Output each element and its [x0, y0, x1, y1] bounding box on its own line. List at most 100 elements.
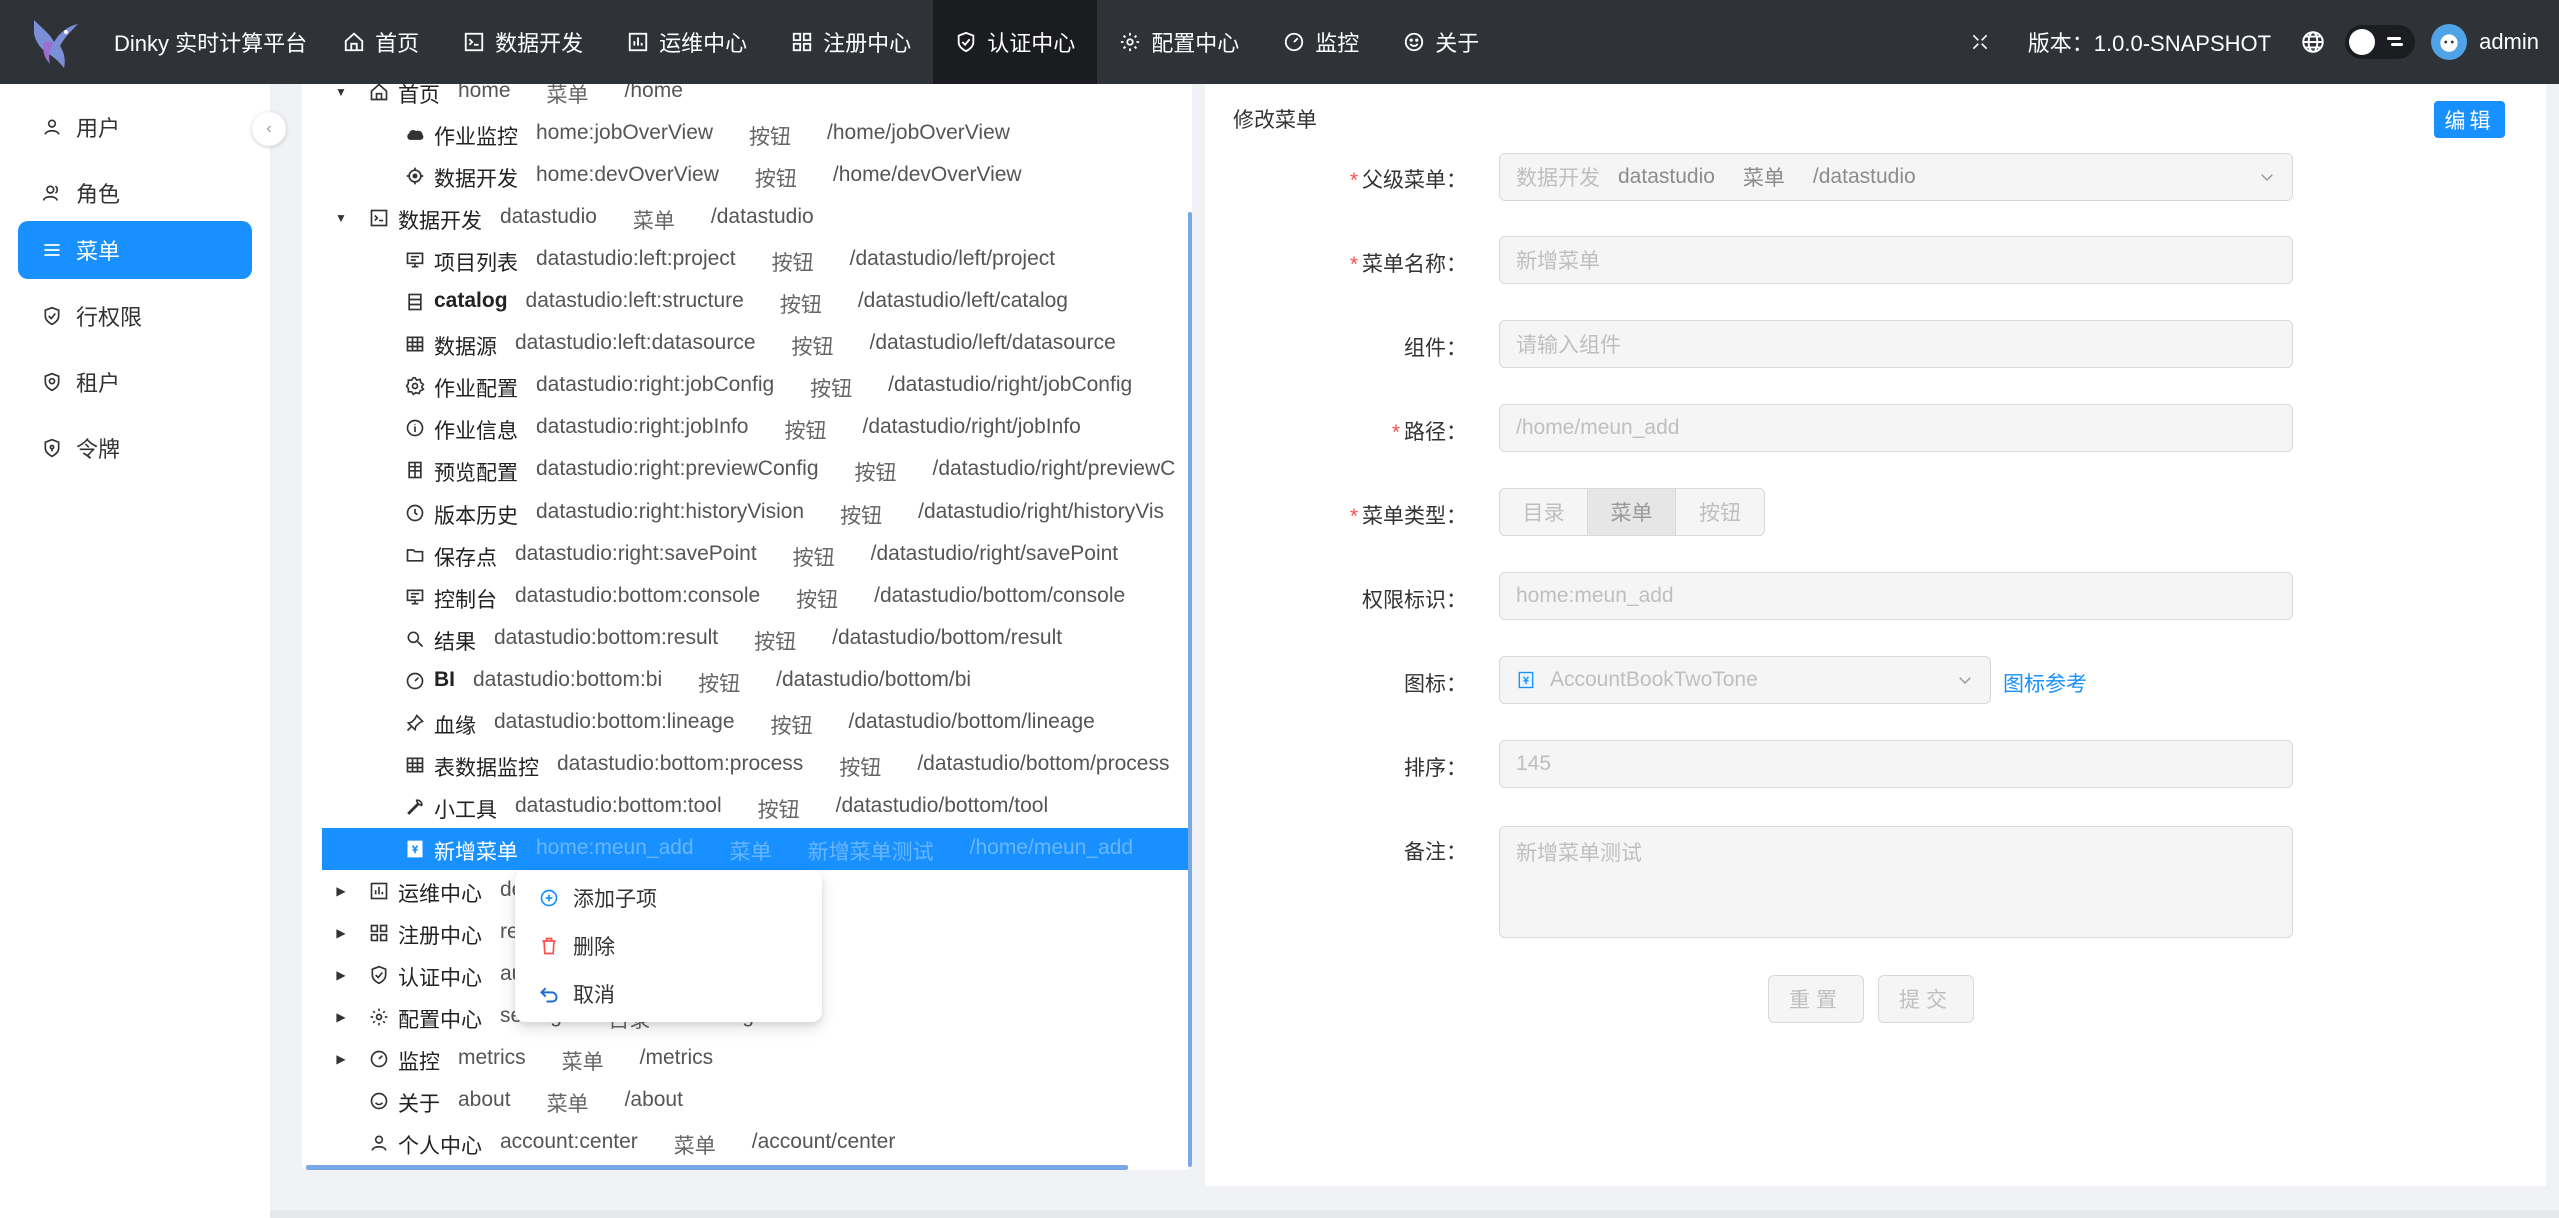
tree-node-path: /account/center	[751, 1130, 896, 1154]
sidebar-collapse-button[interactable]: ‹	[252, 112, 286, 146]
caret-down-icon[interactable]: ▼	[334, 85, 348, 99]
tool-icon	[404, 796, 426, 818]
tree-node-type: 按钮	[792, 546, 835, 570]
tree-node[interactable]: ▶ 监控 metrics 菜单/metrics	[302, 1038, 1182, 1080]
menu-name-input[interactable]: 新增菜单	[1499, 236, 2293, 284]
fullscreen-icon[interactable]	[1966, 28, 1994, 56]
tree-node[interactable]: 表数据监控 datastudio:bottom:process 按钮/datastu…	[302, 744, 1182, 786]
menu-type-directory[interactable]: 目录	[1500, 489, 1588, 535]
context-delete-label: 删除	[573, 936, 615, 959]
menu-type-menu[interactable]: 菜单	[1588, 489, 1676, 535]
chart-icon	[628, 32, 648, 52]
nav-registration-label: 注册中心	[823, 31, 912, 56]
parent-menu-select[interactable]: 数据开发 datastudio 菜单 /datastudio	[1499, 153, 2293, 201]
caret-down-icon[interactable]: ▼	[334, 211, 348, 225]
tree-node[interactable]: 预览配置 datastudio:right:previewConfig 按钮/dat…	[302, 449, 1182, 491]
tree-node[interactable]: 作业监控 home:jobOverView 按钮/home/jobOverView	[302, 113, 1182, 155]
caret-right-icon[interactable]: ▶	[334, 968, 348, 982]
sidebar-item-label: 用户	[76, 116, 121, 141]
tree-node-path: /datastudio/bottom/lineage	[848, 709, 1095, 733]
caret-right-icon[interactable]: ▶	[334, 1052, 348, 1066]
tree-node-path: /datastudio/right/historyVis	[918, 499, 1165, 523]
sidebar-item-label: 菜单	[76, 239, 121, 264]
tree-node[interactable]: 新增菜单 home:meun_add 菜单 新增菜单测试/home/meun_add	[322, 827, 1188, 870]
tree-node-key: datastudio:bottom:lineage	[494, 709, 735, 733]
reset-button[interactable]: 重置	[1768, 975, 1864, 1023]
tree-node-type: 菜单	[632, 210, 675, 234]
nav-home[interactable]: 首页	[321, 0, 441, 84]
tree-node-key: datastudio:right:jobConfig	[536, 373, 775, 397]
tree-node-key: account:center	[500, 1130, 638, 1154]
avatar[interactable]	[2431, 24, 2468, 60]
context-cancel[interactable]: 取消	[539, 974, 615, 1014]
tree-node[interactable]: ▼ 首页 home 菜单/home	[302, 84, 1182, 113]
tree-node-key: datastudio:right:historyVision	[536, 499, 805, 523]
caret-right-icon[interactable]: ▶	[334, 884, 348, 898]
sidebar-item-role[interactable]: 角色	[18, 164, 252, 222]
tree-node[interactable]: 项目列表 datastudio:left:project 按钮/datastudio…	[302, 239, 1182, 281]
sidebar-item-token[interactable]: 令牌	[18, 419, 252, 477]
tree-node[interactable]: 小工具 datastudio:bottom:tool 按钮/datastudio/b…	[302, 786, 1182, 828]
tree-node-key: datastudio:bottom:tool	[515, 793, 722, 817]
main-nav: 首页 数据开发 运维中心 注册中心 认证中心 配置中心 监控 关于	[321, 0, 1501, 84]
theme-toggle[interactable]	[2345, 25, 2416, 59]
insert-row-icon	[404, 459, 426, 481]
shield-icon	[957, 31, 975, 53]
language-icon[interactable]	[2299, 28, 2327, 56]
nav-metrics[interactable]: 监控	[1261, 0, 1381, 84]
caret-right-icon[interactable]: ▶	[334, 1010, 348, 1024]
tree-node[interactable]: 版本历史 datastudio:right:historyVision 按钮/dat…	[302, 492, 1182, 534]
context-add-child[interactable]: 添加子项	[539, 878, 657, 918]
tree-node-type: 按钮	[770, 714, 813, 738]
tree-horizontal-scrollbar[interactable]	[306, 1165, 1128, 1170]
tree-node-path: /datastudio/left/datasource	[869, 331, 1116, 355]
username[interactable]: admin	[2479, 29, 2539, 55]
nav-devops[interactable]: 运维中心	[605, 0, 769, 84]
tree-node[interactable]: BI datastudio:bottom:bi 按钮/datastudio/bott…	[302, 660, 1182, 702]
sidebar-item-tenant[interactable]: 租户	[18, 353, 252, 411]
tree-node[interactable]: 控制台 datastudio:bottom:console 按钮/datastudi…	[302, 576, 1182, 618]
tree-node-path: /metrics	[639, 1046, 714, 1070]
permission-input[interactable]: home:meun_add	[1499, 572, 2293, 620]
tree-node[interactable]: 保存点 datastudio:right:savePoint 按钮/datastud…	[302, 534, 1182, 576]
tree-node[interactable]: 作业配置 datastudio:right:jobConfig 按钮/datastu…	[302, 365, 1182, 407]
nav-datastudio[interactable]: 数据开发	[441, 0, 605, 84]
tree-node-remark: 新增菜单测试	[807, 840, 934, 864]
nav-about[interactable]: 关于	[1381, 0, 1501, 84]
grid-icon	[404, 333, 426, 355]
tree-node[interactable]: catalog datastudio:left:structure 按钮/datas…	[302, 281, 1182, 323]
sidebar-item-label: 行权限	[76, 305, 143, 330]
tree-node[interactable]: 作业信息 datastudio:right:jobInfo 按钮/datastudi…	[302, 407, 1182, 449]
sidebar-item-label: 租户	[76, 371, 121, 396]
caret-right-icon[interactable]: ▶	[334, 926, 348, 940]
monitor-icon	[404, 586, 426, 608]
component-input[interactable]: 请输入组件	[1499, 320, 2293, 368]
tree-node[interactable]: 结果 datastudio:bottom:result 按钮/datastudio/…	[302, 618, 1182, 660]
tree-vertical-scrollbar[interactable]	[1188, 212, 1192, 1167]
moon-icon	[2387, 37, 2404, 46]
order-input[interactable]: 145	[1499, 740, 2293, 788]
tree-node[interactable]: ▼ 数据开发 datastudio 菜单/datastudio	[302, 197, 1182, 239]
tree-node-key: datastudio:left:structure	[525, 289, 744, 313]
sidebar-item-menu[interactable]: 菜单	[18, 221, 252, 279]
submit-button[interactable]: 提交	[1878, 975, 1974, 1023]
menu-type-button[interactable]: 按钮	[1676, 489, 1764, 535]
edit-button[interactable]: 编辑	[2434, 101, 2505, 138]
path-input[interactable]: /home/meun_add	[1499, 404, 2293, 452]
tree-node[interactable]: 关于 about 菜单/about	[302, 1080, 1182, 1122]
context-delete[interactable]: 删除	[539, 926, 615, 966]
note-textarea[interactable]: 新增菜单测试	[1499, 826, 2293, 938]
nav-settings[interactable]: 配置中心	[1097, 0, 1261, 84]
icon-reference-link[interactable]: 图标参考	[2003, 668, 2087, 698]
tree-node-type: 菜单	[546, 84, 589, 107]
nav-registration[interactable]: 注册中心	[769, 0, 933, 84]
tree-node[interactable]: 血缘 datastudio:bottom:lineage 按钮/datastudio…	[302, 702, 1182, 744]
sidebar-item-user[interactable]: 用户	[18, 98, 252, 156]
sidebar-item-row-permission[interactable]: 行权限	[18, 287, 252, 345]
tree-node[interactable]: 个人中心 account:center 菜单/account/center	[302, 1122, 1182, 1164]
tree-node[interactable]: 数据开发 home:devOverView 按钮/home/devOverView	[302, 155, 1182, 197]
nav-auth[interactable]: 认证中心	[933, 0, 1098, 84]
tree-node[interactable]: 数据源 datastudio:left:datasource 按钮/datastud…	[302, 323, 1182, 365]
icon-select[interactable]: AccountBookTwoTone	[1499, 656, 1991, 704]
nav-settings-label: 配置中心	[1151, 31, 1240, 56]
